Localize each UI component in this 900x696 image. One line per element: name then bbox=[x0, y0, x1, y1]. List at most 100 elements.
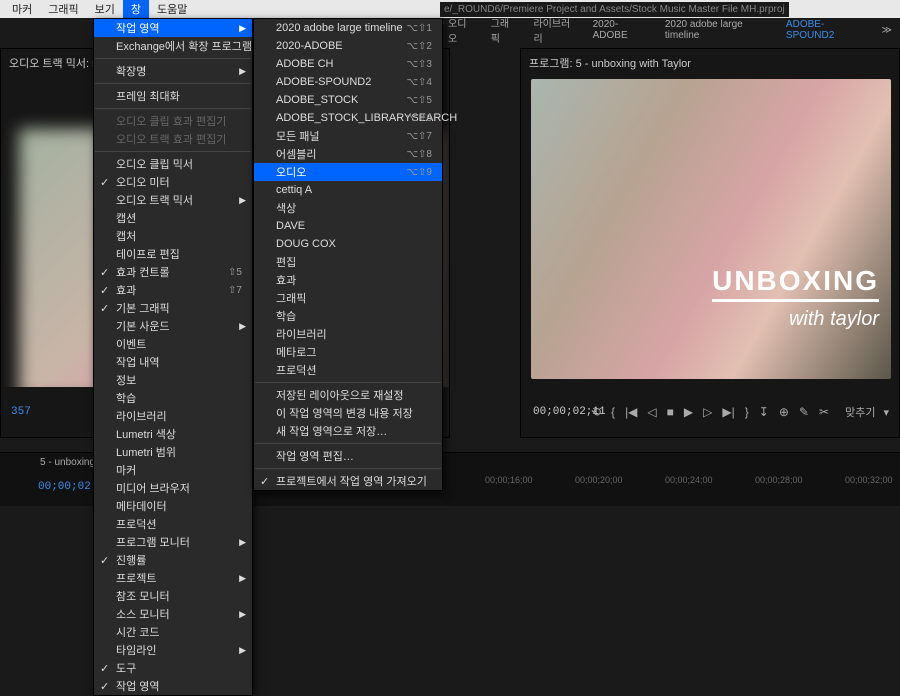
menu-item[interactable]: 소스 모니터▶ bbox=[94, 605, 252, 623]
menu-item[interactable]: ADOBE_STOCK_LIBRARYSEARCH⌥⇧6 bbox=[254, 109, 442, 127]
workspace-tabs-more[interactable]: ≫ bbox=[874, 25, 900, 36]
menu-item[interactable]: 오디오⌥⇧9 bbox=[254, 163, 442, 181]
menu-item[interactable]: 기본 사운드▶ bbox=[94, 317, 252, 335]
workspace-tab[interactable]: 그래픽 bbox=[483, 15, 524, 45]
menubar-item[interactable]: 그래픽 bbox=[40, 0, 86, 19]
menu-item-label: DAVE bbox=[276, 220, 305, 232]
workspace-submenu[interactable]: 2020 adobe large timeline⌥⇧12020-ADOBE⌥⇧… bbox=[253, 18, 443, 491]
menu-item[interactable]: ✓프로젝트에서 작업 영역 가져오기 bbox=[254, 472, 442, 490]
menu-item[interactable]: ✓오디오 미터 bbox=[94, 173, 252, 191]
transport-button[interactable]: ■ bbox=[667, 405, 674, 419]
menu-item[interactable]: 작업 내역 bbox=[94, 353, 252, 371]
menubar-item[interactable]: 창 bbox=[123, 0, 149, 19]
menu-item[interactable]: ADOBE-SPOUND2⌥⇧4 bbox=[254, 73, 442, 91]
menu-item[interactable]: 학습 bbox=[254, 307, 442, 325]
menu-item-label: 라이브러리 bbox=[276, 326, 327, 342]
menu-item[interactable]: DOUG COX bbox=[254, 235, 442, 253]
transport-button[interactable]: ▶ bbox=[684, 405, 693, 419]
menu-item[interactable]: Exchange에서 확장 프로그램 찾기… bbox=[94, 37, 252, 55]
workspace-tab[interactable]: ADOBE-SPOUND2 bbox=[778, 19, 872, 41]
menu-item[interactable]: Lumetri 색상 bbox=[94, 425, 252, 443]
menu-item[interactable]: 라이브러리 bbox=[94, 407, 252, 425]
transport-button[interactable]: ▶| bbox=[722, 405, 734, 419]
menubar-item[interactable]: 마커 bbox=[4, 0, 40, 19]
menu-item[interactable]: 프로덕션 bbox=[254, 361, 442, 379]
menu-item[interactable]: 확장명▶ bbox=[94, 62, 252, 80]
transport-button[interactable]: ◁ bbox=[647, 405, 656, 419]
menu-item[interactable]: ✓기본 그래픽 bbox=[94, 299, 252, 317]
menu-item[interactable]: 프로그램 모니터▶ bbox=[94, 533, 252, 551]
menu-item[interactable]: ADOBE_STOCK⌥⇧5 bbox=[254, 91, 442, 109]
menu-item[interactable]: 편집 bbox=[254, 253, 442, 271]
transport-button[interactable]: { bbox=[611, 405, 615, 419]
workspace-tab[interactable]: 2020-ADOBE bbox=[585, 19, 655, 41]
menu-item[interactable]: 라이브러리 bbox=[254, 325, 442, 343]
menu-item[interactable]: 이벤트 bbox=[94, 335, 252, 353]
menu-item[interactable]: 프로덕션 bbox=[94, 515, 252, 533]
workspace-tab[interactable]: 2020 adobe large timeline bbox=[657, 19, 776, 41]
menu-item-label: 저장된 레이아웃으로 재설정 bbox=[276, 387, 404, 403]
transport-button[interactable]: ⊕ bbox=[779, 405, 789, 419]
menu-item[interactable]: 작업 영역▶ bbox=[94, 19, 252, 37]
menu-item[interactable]: 메타데이터 bbox=[94, 497, 252, 515]
menu-item[interactable]: ✓도구 bbox=[94, 659, 252, 677]
menu-item[interactable]: 타임라인▶ bbox=[94, 641, 252, 659]
program-title: 프로그램: 5 - unboxing with Taylor bbox=[521, 49, 899, 77]
menu-item[interactable]: 마커 bbox=[94, 461, 252, 479]
ruler-mark: 00;00;32;00 bbox=[845, 475, 893, 485]
menu-item[interactable]: 효과 bbox=[254, 271, 442, 289]
menu-item[interactable]: Lumetri 범위 bbox=[94, 443, 252, 461]
menu-item[interactable]: 그래픽 bbox=[254, 289, 442, 307]
menu-item-label: 효과 컨트롤 bbox=[116, 264, 170, 280]
menu-item[interactable]: 프레임 최대화 bbox=[94, 87, 252, 105]
menu-item[interactable]: ADOBE CH⌥⇧3 bbox=[254, 55, 442, 73]
menu-item[interactable]: 캡션 bbox=[94, 209, 252, 227]
menu-item[interactable]: ✓진행률 bbox=[94, 551, 252, 569]
menu-item[interactable]: 저장된 레이아웃으로 재설정 bbox=[254, 386, 442, 404]
menu-item[interactable]: 참조 모니터 bbox=[94, 587, 252, 605]
menubar-item[interactable]: 도움말 bbox=[149, 0, 195, 19]
workspace-tab[interactable]: 오디오 bbox=[440, 15, 481, 45]
menu-item[interactable]: 2020-ADOBE⌥⇧2 bbox=[254, 37, 442, 55]
menu-item[interactable]: 오디오 클립 믹서 bbox=[94, 155, 252, 173]
window-menu[interactable]: 작업 영역▶Exchange에서 확장 프로그램 찾기… 확장명▶ 프레임 최대화오… bbox=[93, 18, 253, 696]
menu-item[interactable]: 오디오 트랙 믹서▶ bbox=[94, 191, 252, 209]
menu-item[interactable]: 메타로그 bbox=[254, 343, 442, 361]
menubar-item[interactable]: 보기 bbox=[87, 0, 123, 19]
menu-item[interactable]: 프로젝트▶ bbox=[94, 569, 252, 587]
check-icon: ✓ bbox=[100, 680, 109, 693]
workspace-tabs[interactable]: 오디오그래픽라이브러리2020-ADOBE2020 adobe large ti… bbox=[440, 18, 900, 42]
menu-item[interactable]: 시간 코드 bbox=[94, 623, 252, 641]
menu-item[interactable]: 새 작업 영역으로 저장… bbox=[254, 422, 442, 440]
program-fit-dropdown[interactable]: 맞추기 bbox=[845, 404, 875, 420]
transport-button[interactable]: ✂ bbox=[819, 405, 829, 419]
menu-item[interactable]: ✓효과 컨트롤⇧5 bbox=[94, 263, 252, 281]
menu-item[interactable]: ✓작업 영역 bbox=[94, 677, 252, 695]
menu-item[interactable]: 정보 bbox=[94, 371, 252, 389]
menu-item[interactable]: 색상 bbox=[254, 199, 442, 217]
menu-item-label: ADOBE-SPOUND2 bbox=[276, 76, 371, 88]
ruler-mark: 00;00;20;00 bbox=[575, 475, 623, 485]
menu-item[interactable]: 미디어 브라우저 bbox=[94, 479, 252, 497]
menu-item[interactable]: 어셈블리⌥⇧8 bbox=[254, 145, 442, 163]
menu-item[interactable]: 모든 패널⌥⇧7 bbox=[254, 127, 442, 145]
submenu-arrow-icon: ▶ bbox=[239, 321, 246, 332]
menu-item[interactable]: 테이프로 편집 bbox=[94, 245, 252, 263]
menu-item[interactable]: 이 작업 영역의 변경 내용 저장 bbox=[254, 404, 442, 422]
menu-item[interactable]: 캡처 bbox=[94, 227, 252, 245]
shortcut-label: ⌥⇧2 bbox=[407, 41, 432, 52]
menu-item[interactable]: DAVE bbox=[254, 217, 442, 235]
menu-item-label: 어셈블리 bbox=[276, 146, 316, 162]
transport-button[interactable]: |◀ bbox=[625, 405, 637, 419]
menu-item[interactable]: cettiq A bbox=[254, 181, 442, 199]
menu-item[interactable]: 2020 adobe large timeline⌥⇧1 bbox=[254, 19, 442, 37]
menu-item[interactable]: ✓효과⇧7 bbox=[94, 281, 252, 299]
shortcut-label: ⌥⇧6 bbox=[407, 113, 432, 124]
menu-item[interactable]: 작업 영역 편집… bbox=[254, 447, 442, 465]
workspace-tab[interactable]: 라이브러리 bbox=[525, 15, 582, 45]
transport-button[interactable]: ✎ bbox=[799, 405, 809, 419]
menu-item[interactable]: 학습 bbox=[94, 389, 252, 407]
transport-button[interactable]: ↧ bbox=[759, 405, 769, 419]
transport-button[interactable]: ▷ bbox=[703, 405, 712, 419]
transport-button[interactable]: } bbox=[745, 405, 749, 419]
